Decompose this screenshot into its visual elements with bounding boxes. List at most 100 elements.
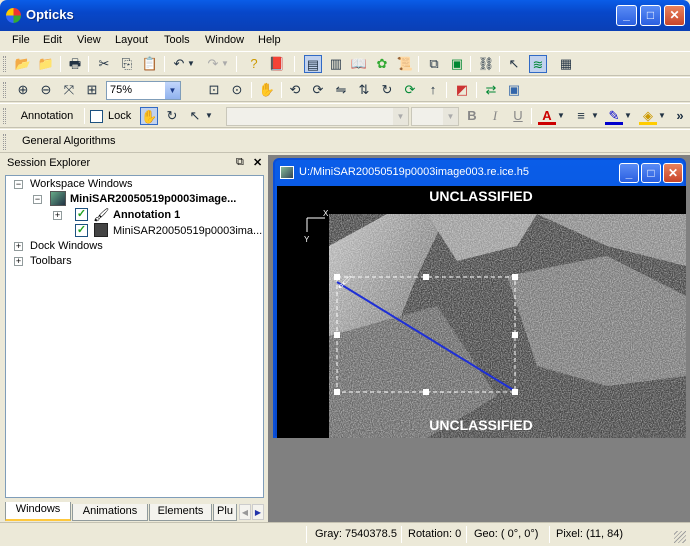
rotate-right-icon[interactable]: ⟳ bbox=[309, 81, 327, 99]
chevron-down-icon[interactable]: ▼ bbox=[443, 108, 458, 125]
fill-color-dropdown-icon[interactable]: ▼ bbox=[657, 107, 667, 125]
annotation-visibility-checkbox[interactable]: ✓ bbox=[75, 208, 88, 221]
zoom-out-icon[interactable]: ⊖ bbox=[37, 81, 55, 99]
paste-icon[interactable]: 📋 bbox=[141, 55, 159, 73]
cut-icon[interactable]: ✂ bbox=[95, 55, 113, 73]
menu-help[interactable]: Help bbox=[258, 34, 281, 46]
tree-item-toolbars[interactable]: Toolbars bbox=[30, 254, 72, 269]
expand-icon[interactable]: + bbox=[53, 211, 62, 220]
image-maximize-button[interactable]: □ bbox=[641, 163, 661, 183]
pan-icon[interactable]: ✋ bbox=[258, 81, 276, 99]
font-size-combo[interactable]: ▼ bbox=[411, 107, 459, 126]
selection-handle[interactable] bbox=[512, 274, 518, 280]
copy-icon[interactable]: ⎘ bbox=[118, 55, 136, 73]
refresh-icon[interactable]: ⟳ bbox=[401, 81, 419, 99]
help-icon[interactable]: ? bbox=[245, 55, 263, 73]
settings-icon[interactable]: ▦ bbox=[557, 55, 575, 73]
tab-plugins[interactable]: Plu bbox=[213, 504, 237, 521]
colormap-icon[interactable]: ◩ bbox=[453, 81, 471, 99]
general-algorithms-menu[interactable]: General Algorithms bbox=[22, 135, 116, 147]
zoom-combo[interactable]: 75% ▼ bbox=[106, 81, 181, 100]
selection-handle[interactable] bbox=[334, 332, 340, 338]
zoom-extents-icon[interactable]: ⊙ bbox=[228, 81, 246, 99]
zoom-in-icon[interactable]: ⊕ bbox=[14, 81, 32, 99]
pointer-icon[interactable]: ↖ bbox=[505, 55, 523, 73]
minimize-button[interactable]: _ bbox=[616, 5, 637, 26]
selection-handle[interactable] bbox=[512, 332, 518, 338]
close-button[interactable]: ✕ bbox=[664, 5, 685, 26]
tab-scroll-left-icon[interactable]: ◀ bbox=[239, 504, 251, 520]
selection-handle[interactable] bbox=[334, 389, 340, 395]
rotate-left-icon[interactable]: ⟲ bbox=[286, 81, 304, 99]
chevron-down-icon[interactable]: ▼ bbox=[165, 82, 180, 99]
north-icon[interactable]: ↑ bbox=[424, 81, 442, 99]
print-icon[interactable]: 🖶 bbox=[66, 55, 84, 73]
raster-visibility-checkbox[interactable]: ✓ bbox=[75, 224, 88, 237]
toolbar-grip[interactable] bbox=[3, 56, 6, 72]
menu-layout[interactable]: Layout bbox=[115, 34, 148, 46]
menu-window[interactable]: Window bbox=[205, 34, 244, 46]
selection-handle[interactable] bbox=[423, 274, 429, 280]
layers-icon[interactable]: ≋ bbox=[529, 55, 547, 73]
annotation-button[interactable]: Annotation bbox=[12, 107, 82, 125]
lock-checkbox[interactable] bbox=[90, 110, 103, 123]
tree-item-annotation[interactable]: Annotation 1 bbox=[113, 208, 180, 223]
tab-windows[interactable]: Windows bbox=[5, 502, 71, 521]
tree-item-workspace-windows[interactable]: Workspace Windows bbox=[30, 177, 133, 192]
link-icon[interactable]: ⛓ bbox=[477, 55, 495, 73]
maximize-button[interactable]: □ bbox=[640, 5, 661, 26]
arrow-dropdown-icon[interactable]: ▼ bbox=[204, 107, 214, 125]
bold-button[interactable]: B bbox=[463, 107, 481, 125]
float-icon[interactable]: ⧉ bbox=[236, 156, 244, 169]
windows-icon[interactable]: ⧉ bbox=[425, 55, 443, 73]
panel-close-icon[interactable]: ✕ bbox=[253, 156, 262, 169]
toolbar-grip[interactable] bbox=[3, 82, 6, 98]
line-width-icon[interactable]: ≡ bbox=[572, 107, 590, 125]
toolbar-grip[interactable] bbox=[3, 108, 6, 124]
select-hand-icon[interactable]: ✋ bbox=[140, 107, 158, 125]
zoom-fit-icon[interactable]: ⊡ bbox=[205, 81, 223, 99]
toolbar-grip[interactable] bbox=[3, 134, 6, 150]
underline-button[interactable]: U bbox=[509, 107, 527, 125]
zoom-point-icon[interactable]: ⤧ bbox=[60, 81, 78, 99]
sync-icon[interactable]: ⇄ bbox=[482, 81, 500, 99]
selection-handle[interactable] bbox=[423, 389, 429, 395]
tab-scroll-right-icon[interactable]: ▶ bbox=[252, 504, 264, 520]
properties-icon[interactable]: ✿ bbox=[373, 55, 391, 73]
scroll-icon[interactable]: 📜 bbox=[396, 55, 414, 73]
flip-v-icon[interactable]: ⇅ bbox=[355, 81, 373, 99]
text-color-dropdown-icon[interactable]: ▼ bbox=[556, 107, 566, 125]
menu-tools[interactable]: Tools bbox=[164, 34, 190, 46]
tree-item-dock-windows[interactable]: Dock Windows bbox=[30, 239, 103, 254]
wizard-icon[interactable]: 📖 bbox=[350, 55, 368, 73]
rotate-by-icon[interactable]: ↻ bbox=[378, 81, 396, 99]
menu-file[interactable]: File bbox=[12, 34, 30, 46]
zoom-rect-icon[interactable]: ⊞ bbox=[83, 81, 101, 99]
chevron-down-icon[interactable]: ▼ bbox=[393, 108, 408, 125]
histogram-icon[interactable]: ▥ bbox=[327, 55, 345, 73]
collapse-icon[interactable]: − bbox=[14, 180, 23, 189]
tree-item-image-window[interactable]: MiniSAR20050519p0003image... bbox=[70, 192, 236, 207]
open-icon[interactable]: 📁 bbox=[37, 55, 55, 73]
collapse-icon[interactable]: − bbox=[33, 195, 42, 204]
fill-color-icon[interactable]: ◈ bbox=[639, 107, 657, 125]
undo-dropdown-icon[interactable]: ▼ bbox=[186, 55, 196, 73]
rotate-object-icon[interactable]: ↻ bbox=[163, 107, 181, 125]
tree-item-raster-layer[interactable]: MiniSAR20050519p0003ima... bbox=[113, 224, 262, 239]
expand-icon[interactable]: + bbox=[14, 242, 23, 251]
flip-h-icon[interactable]: ⇋ bbox=[332, 81, 350, 99]
image-close-button[interactable]: ✕ bbox=[663, 163, 683, 183]
image-minimize-button[interactable]: _ bbox=[619, 163, 639, 183]
book-icon[interactable]: 📕 bbox=[268, 55, 286, 73]
line-color-icon[interactable]: ✎ bbox=[605, 107, 623, 125]
italic-button[interactable]: I bbox=[486, 107, 504, 125]
text-color-icon[interactable]: A bbox=[538, 107, 556, 125]
selection-handle[interactable] bbox=[512, 389, 518, 395]
menu-edit[interactable]: Edit bbox=[43, 34, 62, 46]
new-icon[interactable]: 📂 bbox=[14, 55, 32, 73]
arrow-tool-icon[interactable]: ↖ bbox=[186, 107, 204, 125]
redo-dropdown-icon[interactable]: ▼ bbox=[220, 55, 230, 73]
tab-animations[interactable]: Animations bbox=[72, 504, 148, 521]
line-color-dropdown-icon[interactable]: ▼ bbox=[623, 107, 633, 125]
export-icon[interactable]: ▣ bbox=[448, 55, 466, 73]
